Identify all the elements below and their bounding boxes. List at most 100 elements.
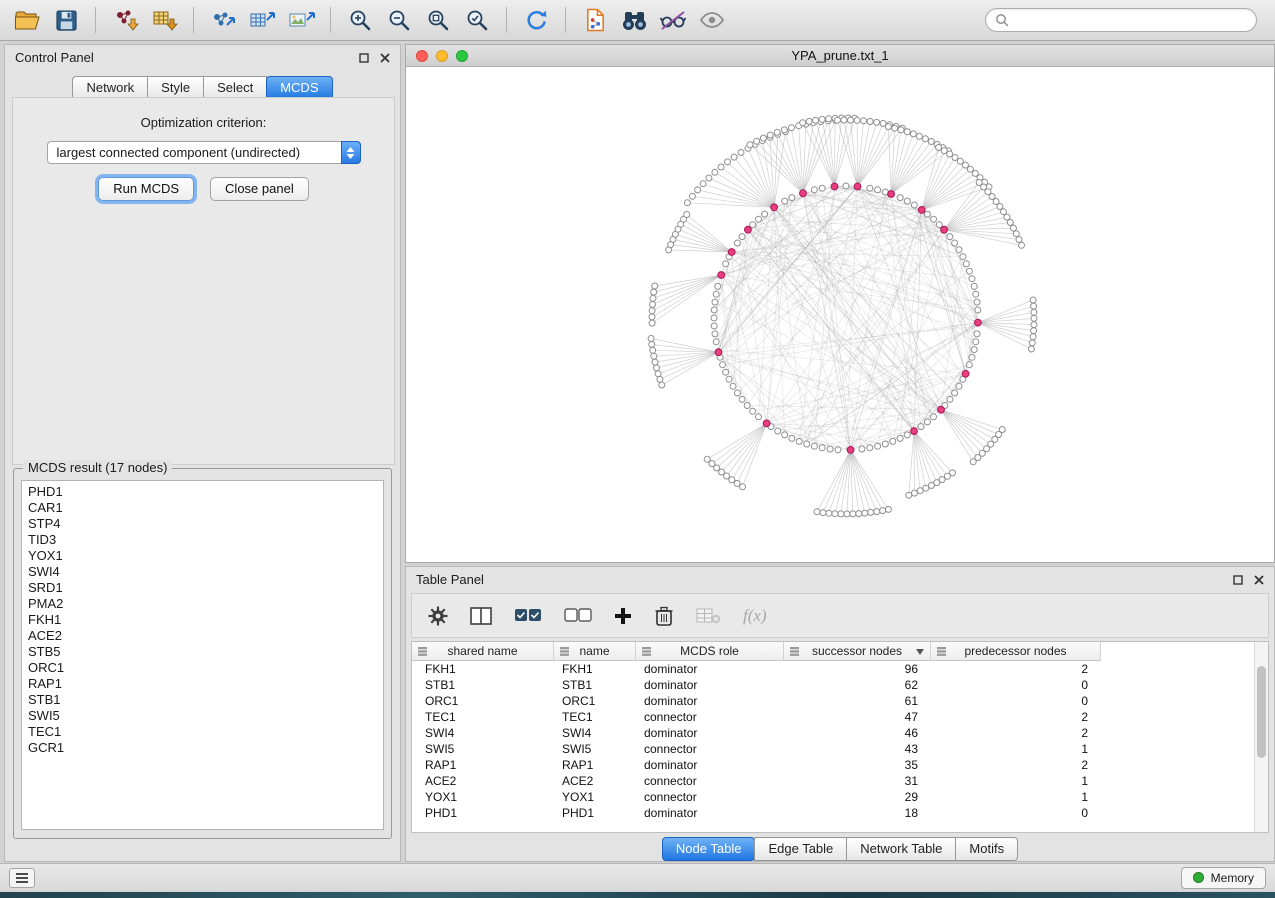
network-node[interactable] xyxy=(856,511,862,517)
network-node[interactable] xyxy=(969,354,975,360)
table-cell[interactable]: TEC1 xyxy=(554,709,636,725)
network-node[interactable] xyxy=(734,480,740,486)
network-node[interactable] xyxy=(923,485,929,491)
network-node[interactable] xyxy=(838,511,844,517)
table-cell[interactable]: connector xyxy=(636,709,784,725)
network-hub-node[interactable] xyxy=(938,406,945,413)
table-cell[interactable]: SWI4 xyxy=(554,725,636,741)
network-node[interactable] xyxy=(734,240,740,246)
network-node[interactable] xyxy=(814,509,820,515)
network-hub-node[interactable] xyxy=(975,319,982,326)
dropdown-stepper[interactable] xyxy=(341,141,361,164)
network-node[interactable] xyxy=(684,200,690,206)
network-node[interactable] xyxy=(649,308,655,314)
network-node[interactable] xyxy=(811,443,817,449)
network-node[interactable] xyxy=(1029,340,1035,346)
column-header-predecessor-nodes[interactable]: predecessor nodes xyxy=(931,642,1101,661)
column-header-shared-name[interactable]: shared name xyxy=(412,642,554,661)
network-node[interactable] xyxy=(649,320,655,326)
select-all-button[interactable] xyxy=(514,608,542,624)
network-node[interactable] xyxy=(952,390,958,396)
network-node[interactable] xyxy=(648,336,654,342)
network-node[interactable] xyxy=(898,127,904,133)
network-node[interactable] xyxy=(1019,242,1025,248)
network-node[interactable] xyxy=(966,268,972,274)
network-node[interactable] xyxy=(695,187,701,193)
network-window-titlebar[interactable]: YPA_prune.txt_1 xyxy=(406,45,1274,67)
table-cell[interactable]: RAP1 xyxy=(554,757,636,773)
network-node[interactable] xyxy=(890,438,896,444)
table-cell[interactable]: TEC1 xyxy=(412,709,554,725)
network-node[interactable] xyxy=(739,396,745,402)
network-node[interactable] xyxy=(819,445,825,451)
network-node[interactable] xyxy=(782,198,788,204)
network-hub-node[interactable] xyxy=(745,226,752,233)
network-node[interactable] xyxy=(966,362,972,368)
network-node[interactable] xyxy=(868,509,874,515)
network-node[interactable] xyxy=(1010,225,1016,231)
network-node[interactable] xyxy=(912,490,918,496)
deselect-all-button[interactable] xyxy=(564,608,592,624)
network-node[interactable] xyxy=(657,376,663,382)
table-cell[interactable]: dominator xyxy=(636,677,784,693)
table-cell[interactable]: 46 xyxy=(784,725,931,741)
network-node[interactable] xyxy=(789,435,795,441)
network-node[interactable] xyxy=(970,459,976,465)
zoom-out-button[interactable] xyxy=(382,4,416,36)
table-row[interactable]: SWI5SWI5connector431 xyxy=(412,741,1101,757)
network-node[interactable] xyxy=(924,211,930,217)
table-cell[interactable]: 2 xyxy=(931,661,1101,677)
close-panel-icon[interactable] xyxy=(380,53,390,63)
table-cell[interactable]: connector xyxy=(636,789,784,805)
network-node[interactable] xyxy=(756,414,762,420)
network-hub-node[interactable] xyxy=(763,420,770,427)
network-node[interactable] xyxy=(962,162,968,168)
network-node[interactable] xyxy=(739,234,745,240)
network-node[interactable] xyxy=(969,276,975,282)
network-node[interactable] xyxy=(834,117,840,123)
table-cell[interactable]: YOX1 xyxy=(412,789,554,805)
add-column-button[interactable] xyxy=(614,607,632,625)
network-node[interactable] xyxy=(650,302,656,308)
network-node[interactable] xyxy=(928,483,934,489)
table-cell[interactable]: 1 xyxy=(931,741,1101,757)
result-item[interactable]: TEC1 xyxy=(22,724,383,740)
network-node[interactable] xyxy=(729,477,735,483)
import-network-button[interactable] xyxy=(108,4,142,36)
table-row[interactable]: ACE2ACE2connector311 xyxy=(412,773,1101,789)
delete-table-button-disabled[interactable] xyxy=(696,608,721,624)
network-node[interactable] xyxy=(874,509,880,515)
network-node[interactable] xyxy=(826,116,832,122)
network-node[interactable] xyxy=(832,511,838,517)
network-node[interactable] xyxy=(731,154,737,160)
network-node[interactable] xyxy=(973,291,979,297)
binoculars-search-button[interactable] xyxy=(617,4,651,36)
search-box[interactable] xyxy=(985,8,1257,32)
network-hub-node[interactable] xyxy=(941,226,948,233)
network-node[interactable] xyxy=(867,445,873,451)
table-cell[interactable]: SWI5 xyxy=(412,741,554,757)
network-node[interactable] xyxy=(651,353,657,359)
table-row[interactable]: SWI4SWI4dominator462 xyxy=(412,725,1101,741)
network-node[interactable] xyxy=(754,138,760,144)
network-hub-node[interactable] xyxy=(718,272,725,279)
network-node[interactable] xyxy=(904,432,910,438)
network-node[interactable] xyxy=(750,222,756,228)
column-header-mcds-role[interactable]: MCDS role xyxy=(636,642,784,661)
network-node[interactable] xyxy=(1030,334,1036,340)
float-panel-icon[interactable] xyxy=(359,53,369,63)
network-node[interactable] xyxy=(892,125,898,131)
network-node[interactable] xyxy=(874,119,880,125)
network-node[interactable] xyxy=(885,124,891,130)
network-node[interactable] xyxy=(975,307,981,313)
network-node[interactable] xyxy=(781,127,787,133)
network-node[interactable] xyxy=(916,133,922,139)
network-node[interactable] xyxy=(841,117,847,123)
table-cell[interactable]: 43 xyxy=(784,741,931,757)
table-row[interactable]: STB1STB1dominator620 xyxy=(412,677,1101,693)
table-row[interactable]: FKH1FKH1dominator962 xyxy=(412,661,1101,677)
result-item[interactable]: YOX1 xyxy=(22,548,383,564)
table-cell[interactable]: STB1 xyxy=(412,677,554,693)
network-node[interactable] xyxy=(844,511,850,517)
network-node[interactable] xyxy=(720,362,726,368)
